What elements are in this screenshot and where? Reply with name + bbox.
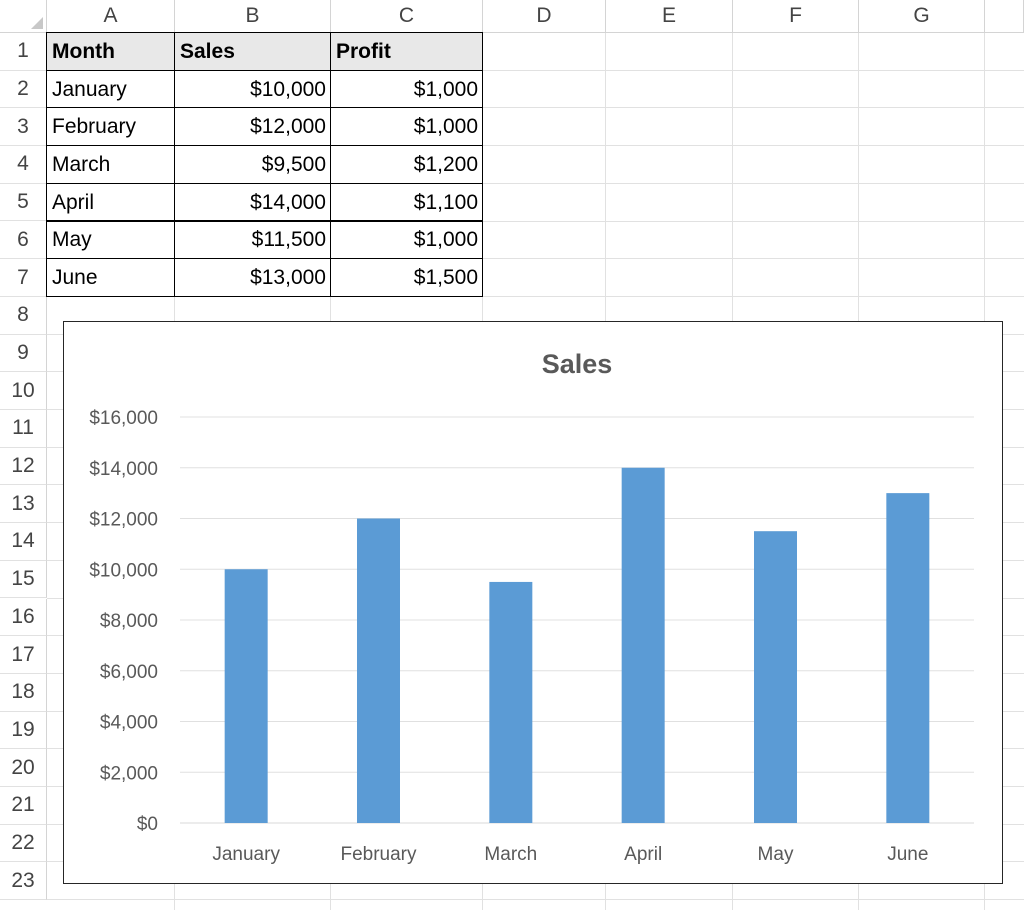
row-header-12[interactable]: 12	[0, 448, 47, 486]
row-header-16[interactable]: 16	[0, 599, 47, 637]
select-all-corner[interactable]	[0, 0, 47, 33]
y-tick-label: $12,000	[89, 510, 158, 531]
row-header-3[interactable]: 3	[0, 108, 47, 146]
row-header-17[interactable]: 17	[0, 636, 47, 674]
chart-title: Sales	[542, 349, 613, 379]
table-header-cell[interactable]: Month	[47, 33, 175, 71]
row-header-15[interactable]: 15	[0, 561, 47, 599]
row-header-23[interactable]: 23	[0, 862, 47, 900]
row-header-18[interactable]: 18	[0, 674, 47, 712]
spreadsheet: ABCDEFG 12345678910111213141516171819202…	[0, 0, 1024, 910]
row-header-4[interactable]: 4	[0, 146, 47, 184]
x-tick-label: April	[624, 844, 662, 865]
bar-january	[225, 569, 268, 823]
column-header-a[interactable]: A	[47, 0, 175, 33]
y-tick-label: $10,000	[89, 560, 158, 581]
table-cell[interactable]: April	[47, 184, 175, 222]
row-header-1[interactable]: 1	[0, 33, 47, 71]
gridline-horizontal	[47, 899, 1024, 900]
sales-chart[interactable]: Sales $0 $2,000 $4,000 $6,000 $8,000 $10,000 $1…	[63, 321, 1003, 884]
column-header-b[interactable]: B	[175, 0, 331, 33]
y-tick-label: $6,000	[100, 662, 158, 683]
y-tick-label: $14,000	[89, 459, 158, 480]
bar-may	[754, 531, 797, 823]
table-cell[interactable]: $10,000	[175, 71, 331, 109]
row-header-11[interactable]: 11	[0, 410, 47, 448]
column-header-g[interactable]: G	[859, 0, 985, 33]
row-header-20[interactable]: 20	[0, 749, 47, 787]
row-header-22[interactable]: 22	[0, 825, 47, 863]
table-cell[interactable]: $1,000	[331, 71, 483, 109]
table-cell[interactable]: $1,500	[331, 259, 483, 297]
row-header-7[interactable]: 7	[0, 259, 47, 297]
x-tick-label: March	[484, 844, 537, 865]
table-cell[interactable]: March	[47, 146, 175, 184]
table-cell[interactable]: $1,100	[331, 184, 483, 222]
table-cell[interactable]: January	[47, 71, 175, 109]
row-header-8[interactable]: 8	[0, 297, 47, 335]
bar-april	[622, 468, 665, 823]
table-cell[interactable]: $1,200	[331, 146, 483, 184]
table-cell[interactable]: February	[47, 108, 175, 146]
row-header-9[interactable]: 9	[0, 335, 47, 373]
x-tick-label: February	[340, 844, 417, 865]
y-tick-label: $0	[137, 814, 158, 835]
bar-june	[886, 493, 929, 823]
column-header-e[interactable]: E	[606, 0, 733, 33]
column-header-partial[interactable]	[985, 0, 1024, 33]
row-header-2[interactable]: 2	[0, 71, 47, 109]
y-tick-label: $4,000	[100, 713, 158, 734]
table-header-cell[interactable]: Profit	[331, 33, 483, 71]
table-cell[interactable]: May	[47, 222, 175, 260]
bar-february	[357, 519, 400, 824]
table-header-cell[interactable]: Sales	[175, 33, 331, 71]
row-header-13[interactable]: 13	[0, 485, 47, 523]
column-header-d[interactable]: D	[483, 0, 606, 33]
y-tick-label: $16,000	[89, 408, 158, 429]
table-cell[interactable]: $12,000	[175, 108, 331, 146]
column-header-f[interactable]: F	[733, 0, 859, 33]
x-tick-label: January	[212, 844, 280, 865]
table-cell[interactable]: $9,500	[175, 146, 331, 184]
table-cell[interactable]: $13,000	[175, 259, 331, 297]
table-cell[interactable]: $1,000	[331, 108, 483, 146]
table-cell[interactable]: June	[47, 259, 175, 297]
y-tick-label: $8,000	[100, 611, 158, 632]
sales-chart-svg: Sales $0 $2,000 $4,000 $6,000 $8,000 $10,000 $1…	[64, 322, 1002, 883]
row-header-6[interactable]: 6	[0, 222, 47, 260]
row-header-10[interactable]: 10	[0, 372, 47, 410]
table-cell[interactable]: $11,500	[175, 222, 331, 260]
select-all-triangle-icon	[31, 17, 43, 29]
bar-march	[489, 582, 532, 823]
row-header-19[interactable]: 19	[0, 712, 47, 750]
column-header-c[interactable]: C	[331, 0, 483, 33]
table-cell[interactable]: $1,000	[331, 222, 483, 260]
x-tick-label: May	[758, 844, 794, 865]
row-header-21[interactable]: 21	[0, 787, 47, 825]
y-tick-label: $2,000	[100, 763, 158, 784]
table-cell[interactable]: $14,000	[175, 184, 331, 222]
row-header-14[interactable]: 14	[0, 523, 47, 561]
x-tick-label: June	[887, 844, 928, 865]
row-header-5[interactable]: 5	[0, 184, 47, 222]
